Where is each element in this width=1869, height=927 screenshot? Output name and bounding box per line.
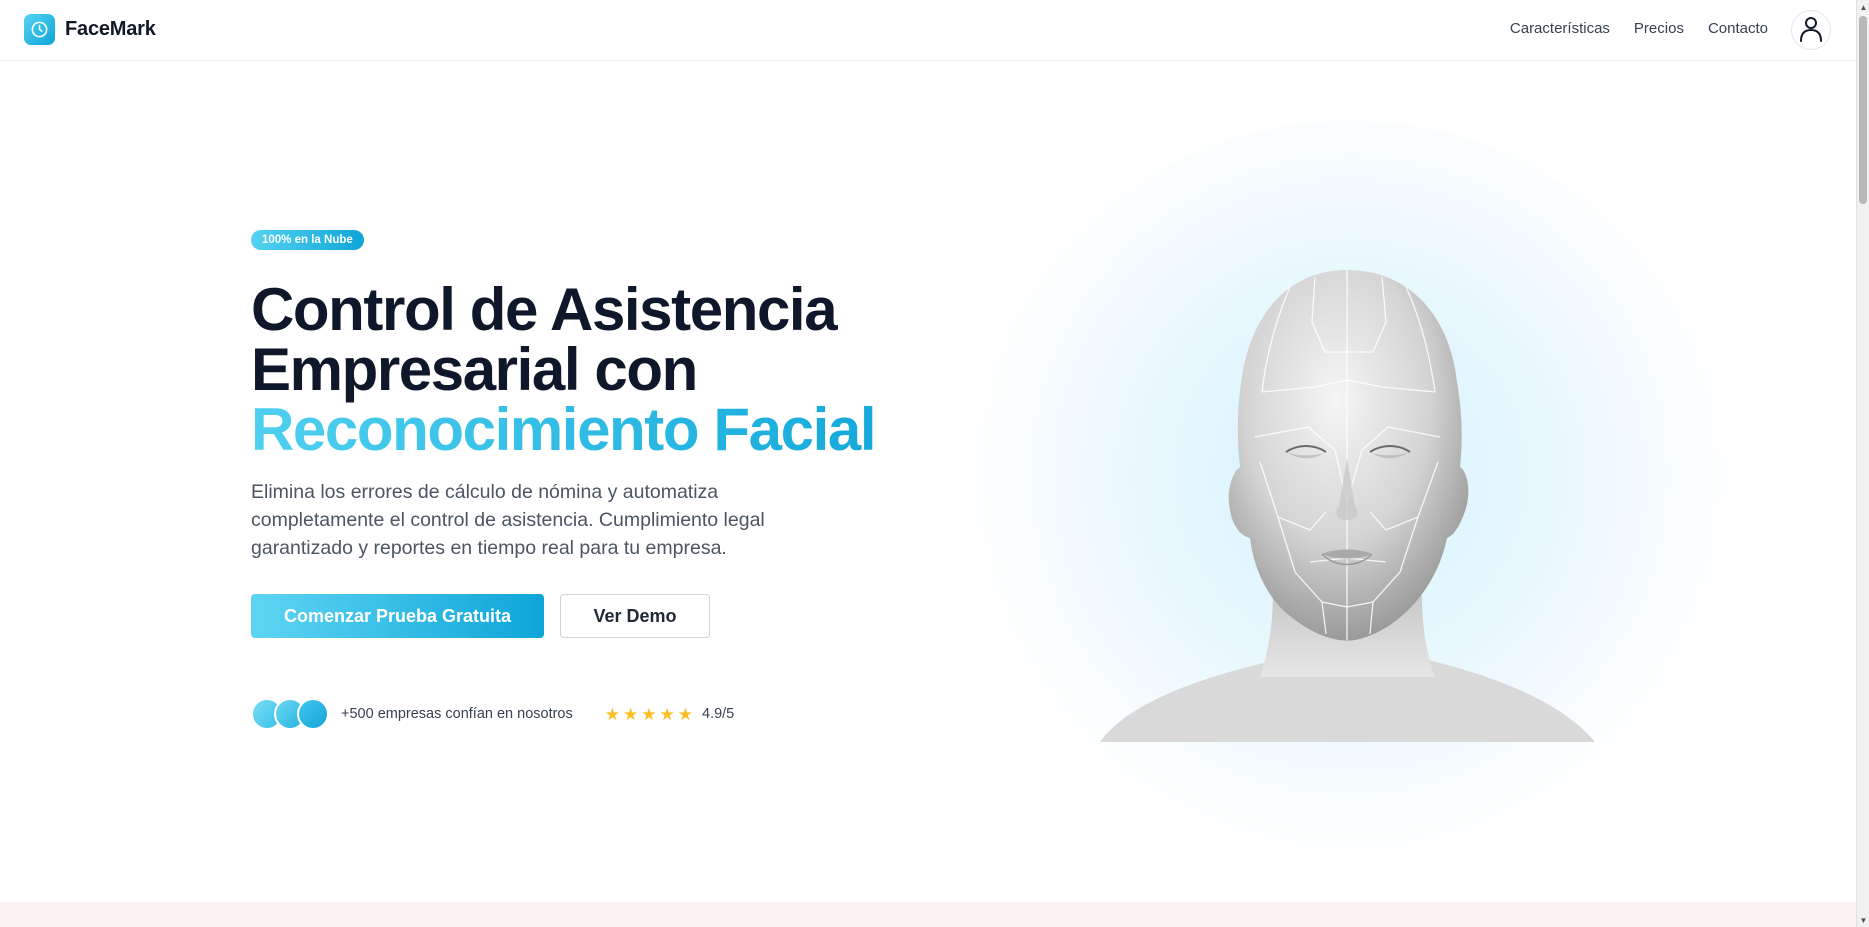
star-icon: ★ [623,704,639,724]
scrollbar-thumb[interactable] [1859,16,1867,204]
hero-subtitle: Elimina los errores de cálculo de nómina… [251,481,765,559]
view-demo-button[interactable]: Ver Demo [560,594,710,638]
nav-item-contacto[interactable]: Contacto [1708,20,1768,37]
top-navbar: FaceMark Características Precios Contact… [0,0,1856,61]
scroll-down-arrow-icon[interactable]: ▼ [1857,913,1869,927]
facial-recognition-head-illustration [1100,270,1595,742]
star-icon: ★ [659,704,675,724]
star-icon: ★ [604,704,620,724]
hero-title: Control de Asistencia Empresarial con Re… [251,280,951,460]
hero-title-line-2: Empresarial con [251,336,698,403]
social-proof: +500 empresas confían en nosotros ★ ★ ★ … [251,694,734,734]
account-button[interactable] [1791,10,1831,50]
scroll-up-arrow-icon[interactable]: ▲ [1857,0,1869,14]
rating-stars: ★ ★ ★ ★ ★ [605,706,693,723]
next-section-strip [0,902,1856,927]
nav-item-caracteristicas[interactable]: Características [1510,20,1610,37]
user-icon [1799,16,1823,45]
brand-name: FaceMark [65,18,156,40]
customer-avatars [251,697,333,731]
page-scrollbar[interactable]: ▲ ▼ [1856,0,1869,927]
start-free-trial-button[interactable]: Comenzar Prueba Gratuita [251,594,544,638]
nav-item-precios[interactable]: Precios [1634,20,1684,37]
companies-trust-text: +500 empresas confían en nosotros [341,706,573,722]
main-nav: Características Precios Contacto [1510,20,1768,37]
star-icon: ★ [641,704,657,724]
hero-title-line-1: Control de Asistencia [251,276,838,343]
hero-title-accent: Reconocimiento Facial [251,400,951,460]
brand-link[interactable]: FaceMark [24,14,156,45]
rating-value: 4.9/5 [702,706,735,722]
star-icon: ★ [677,704,693,724]
cloud-badge: 100% en la Nube [251,230,364,250]
avatar [297,698,329,730]
clock-icon [24,14,55,45]
